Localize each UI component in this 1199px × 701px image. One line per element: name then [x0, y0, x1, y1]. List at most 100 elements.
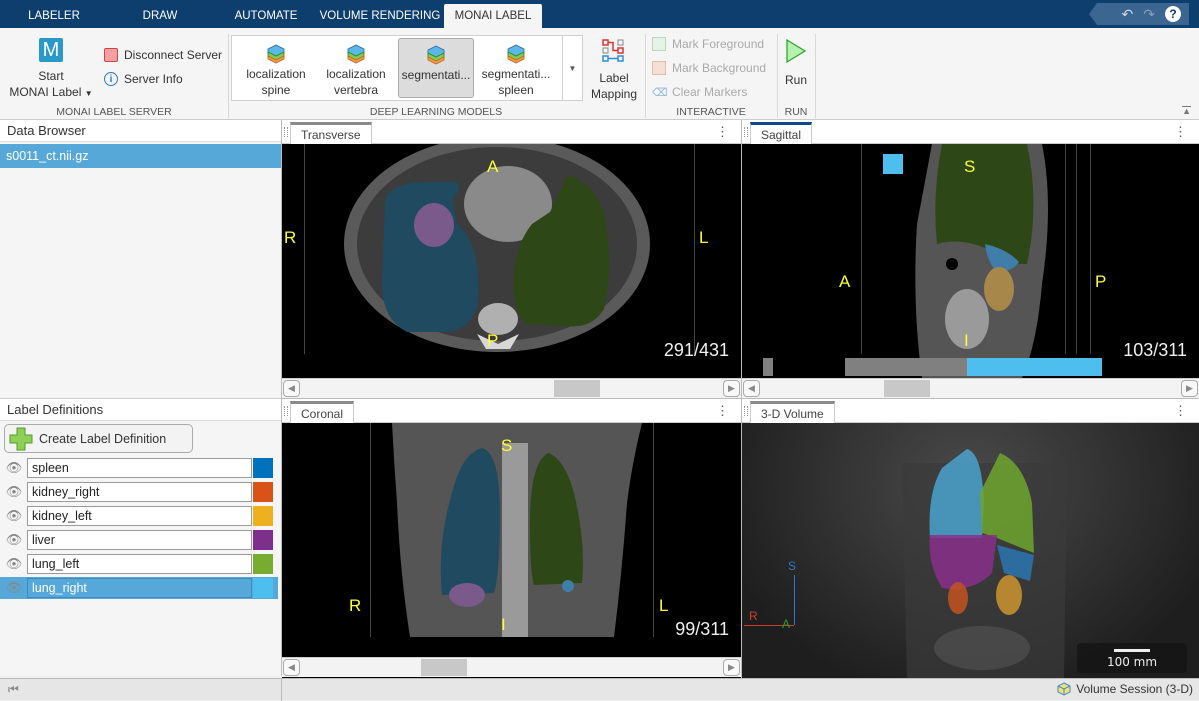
axis-label-r: R [749, 609, 758, 623]
label-mapping-button[interactable]: Label Mapping [588, 38, 640, 102]
visibility-eye-icon[interactable]: 👁 [3, 460, 25, 476]
run-label: Run [784, 73, 807, 87]
drag-handle-icon[interactable] [284, 406, 288, 416]
disconnect-server-button[interactable]: Disconnect Server [104, 48, 222, 62]
visibility-eye-icon[interactable]: 👁 [3, 580, 25, 596]
more-options-icon[interactable]: ⋮ [716, 403, 729, 419]
undo-icon[interactable]: ↶ [1122, 6, 1134, 23]
orientation-label-bottom: I [964, 331, 969, 350]
label-name-field[interactable]: liver [27, 530, 252, 550]
tab-3d-volume[interactable]: 3-D Volume [750, 401, 835, 423]
model-item[interactable]: localization vertebra [318, 38, 394, 98]
tab-labeler[interactable]: LABELER [14, 4, 94, 28]
transverse-viewer[interactable]: Transverse ⋮ A P R L 291/431 ◀ ▶ [282, 120, 741, 398]
model-item[interactable]: segmentati... spleen [478, 38, 554, 98]
label-definitions-panel: Label Definitions Create Label Definitio… [0, 398, 282, 676]
mark-background-label: Mark Background [672, 61, 767, 75]
scroll-thumb[interactable] [884, 380, 931, 397]
data-browser-title: Data Browser [0, 120, 281, 142]
label-name-field[interactable]: spleen [27, 458, 252, 478]
tab-sagittal[interactable]: Sagittal [750, 122, 813, 144]
gallery-expand-button[interactable]: ▼ [562, 36, 582, 100]
more-options-icon[interactable]: ⋮ [1174, 403, 1187, 419]
tab-volume-rendering[interactable]: VOLUME RENDERING [318, 4, 442, 28]
scroll-left-icon[interactable]: ◀ [743, 380, 760, 397]
slice-scrollbar[interactable]: ◀ ▶ [282, 378, 741, 398]
drag-handle-icon[interactable] [284, 127, 288, 137]
drag-handle-icon[interactable] [744, 406, 748, 416]
tab-transverse[interactable]: Transverse [290, 122, 372, 144]
label-name-field[interactable]: kidney_right [27, 482, 252, 502]
coronal-viewer[interactable]: Coronal ⋮ S I R L 99/311 ◀ ▶ [282, 398, 741, 678]
create-label-definition-button[interactable]: Create Label Definition [4, 424, 193, 453]
tab-coronal[interactable]: Coronal [290, 401, 355, 423]
visibility-eye-icon[interactable]: 👁 [3, 532, 25, 548]
scale-bar-line [1114, 649, 1150, 652]
group-label-server: MONAI LABEL SERVER [56, 106, 172, 118]
label-overlay-bar-blue [967, 358, 1102, 376]
scroll-thumb[interactable] [421, 659, 468, 676]
label-name-field[interactable]: lung_right [27, 578, 252, 598]
label-name-field[interactable]: lung_left [27, 554, 252, 574]
visibility-eye-icon[interactable]: 👁 [3, 508, 25, 524]
run-button[interactable]: Run [780, 38, 812, 88]
visibility-eye-icon[interactable]: 👁 [3, 556, 25, 572]
label-mapping-line1: Label [599, 71, 629, 85]
model-gallery: localization spine localization vertebra seg… [231, 35, 583, 101]
label-row-spleen[interactable]: 👁 spleen [0, 457, 278, 479]
model-label-line2: vertebra [333, 83, 379, 97]
orientation-label-left: R [284, 228, 297, 247]
mark-foreground-button[interactable]: Mark Foreground [652, 37, 764, 51]
cube-icon [1057, 682, 1071, 696]
tab-monai-label[interactable]: MONAI LABEL [444, 4, 542, 28]
slice-scrollbar[interactable]: ◀ ▶ [742, 378, 1199, 398]
label-name-field[interactable]: kidney_left [27, 506, 252, 526]
mark-background-button[interactable]: Mark Background [652, 61, 766, 75]
drag-handle-icon[interactable] [744, 127, 748, 137]
label-color-swatch[interactable] [253, 554, 273, 574]
orientation-label-left: R [349, 596, 362, 615]
label-row-lung-left[interactable]: 👁 lung_left [0, 553, 278, 575]
start-monai-label-button[interactable]: M Start MONAI Label ▼ [4, 38, 98, 102]
label-row-kidney-left[interactable]: 👁 kidney_left [0, 505, 278, 527]
help-icon[interactable]: ? [1165, 6, 1181, 22]
scroll-right-icon[interactable]: ▶ [723, 380, 740, 397]
collapse-ribbon-icon[interactable]: ▲ [1182, 106, 1191, 116]
orientation-label-bottom: I [501, 615, 506, 634]
dropdown-arrow-icon: ▼ [84, 89, 93, 98]
tab-draw[interactable]: DRAW [120, 4, 200, 28]
file-item[interactable]: s0011_ct.nii.gz [0, 144, 281, 168]
visibility-eye-icon[interactable]: 👁 [3, 484, 25, 500]
scroll-right-icon[interactable]: ▶ [723, 659, 740, 676]
scroll-thumb[interactable] [553, 380, 600, 397]
model-item[interactable]: localization spine [238, 38, 314, 98]
redo-icon[interactable]: ↷ [1143, 6, 1155, 23]
volume-viewer[interactable]: 3-D Volume ⋮ S R A 100 mm [741, 398, 1199, 678]
slice-scrollbar[interactable]: ◀ ▶ [282, 657, 741, 677]
label-row-liver[interactable]: 👁 liver [0, 529, 278, 551]
mark-foreground-label: Mark Foreground [672, 37, 765, 51]
axis-label-s: S [788, 559, 797, 573]
slice-number: 103/311 [1123, 340, 1187, 360]
label-row-kidney-right[interactable]: 👁 kidney_right [0, 481, 278, 503]
orientation-label-bottom: P [487, 331, 499, 350]
model-item[interactable]: segmentati... [398, 38, 474, 98]
label-color-swatch[interactable] [253, 530, 273, 550]
more-options-icon[interactable]: ⋮ [716, 124, 729, 140]
scroll-left-icon[interactable]: ◀ [283, 380, 300, 397]
scroll-left-icon[interactable]: ◀ [283, 659, 300, 676]
label-color-swatch[interactable] [253, 578, 273, 598]
clear-markers-button[interactable]: ⌫ Clear Markers [652, 85, 747, 99]
label-color-swatch[interactable] [253, 458, 273, 478]
label-color-swatch[interactable] [253, 506, 273, 526]
start-label-line1: Start [38, 69, 64, 83]
label-color-swatch[interactable] [253, 482, 273, 502]
collapse-panel-icon[interactable]: ⏮ [8, 682, 19, 697]
viewer-header: Coronal ⋮ [282, 399, 741, 423]
label-row-lung-right[interactable]: 👁 lung_right [0, 577, 278, 599]
server-info-button[interactable]: i Server Info [104, 72, 183, 86]
sagittal-viewer[interactable]: Sagittal ⋮ S I A P 103/311 ◀ ▶ [741, 120, 1199, 398]
tab-automate[interactable]: AUTOMATE [226, 4, 306, 28]
scroll-right-icon[interactable]: ▶ [1181, 380, 1198, 397]
more-options-icon[interactable]: ⋮ [1174, 124, 1187, 140]
